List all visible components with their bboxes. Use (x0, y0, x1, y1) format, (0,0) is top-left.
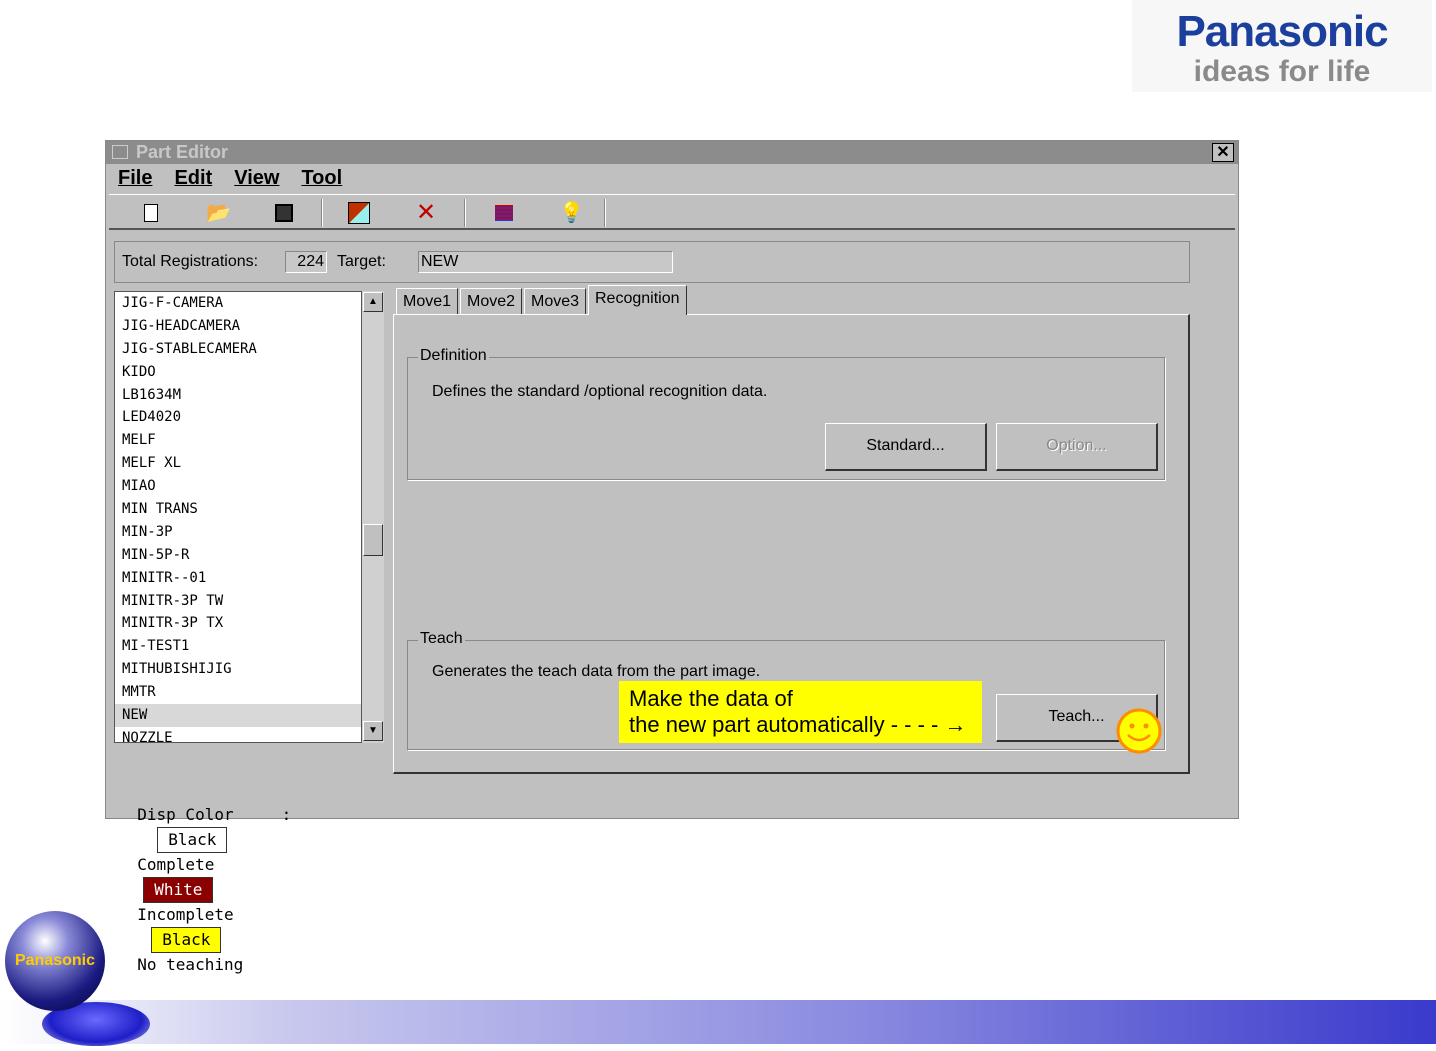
list-icon[interactable] (492, 201, 516, 225)
list-item[interactable]: MINITR-3P TW (115, 590, 361, 613)
menu-file[interactable]: File (118, 167, 152, 189)
complete-swatch: Black (157, 827, 228, 853)
sphere-label: Panasonic (14, 952, 96, 969)
list-item[interactable]: LED4020 (115, 406, 361, 429)
standard-button[interactable]: Standard... (825, 423, 987, 471)
definition-group: Definition Defines the standard /optiona… (407, 347, 1165, 480)
callout-note: Make the data of the new part automatica… (619, 681, 982, 743)
delete-icon[interactable]: ✕ (414, 201, 438, 225)
tab-move3[interactable]: Move3 (524, 288, 587, 315)
incomplete-label: Incomplete (137, 905, 234, 924)
legend-colon: : (281, 805, 292, 824)
toolbar-separator (321, 199, 323, 227)
total-registrations-value: 224 (285, 251, 327, 273)
menu-view[interactable]: View (234, 167, 279, 189)
no-teaching-swatch: Black (151, 927, 222, 953)
toolbar-separator (464, 199, 466, 227)
menu-bar: File Edit View Tool (106, 164, 1238, 193)
total-label: Total Registrations: (122, 253, 259, 270)
list-item[interactable]: MIN TRANS (115, 498, 361, 521)
open-folder-icon[interactable]: 📂 (206, 201, 231, 225)
panasonic-logo: Panasonic ideas for life (1132, 0, 1432, 92)
list-item[interactable]: MELF XL (115, 452, 361, 475)
tab-recognition[interactable]: Recognition (588, 285, 687, 315)
list-item[interactable]: MINITR-3P TX (115, 612, 361, 635)
teach-group: Teach Generates the teach data from the … (407, 630, 1165, 754)
incomplete-swatch: White (143, 877, 214, 903)
callout-line2: the new part automatically - - - - → (629, 712, 967, 737)
target-field[interactable]: NEW (418, 251, 673, 273)
list-item[interactable]: NEW (115, 704, 361, 727)
list-item[interactable]: MINITR--01 (115, 567, 361, 590)
part-editor-window: Part Editor ✕ File Edit View Tool 📂 ✕ 💡 Tot… (105, 140, 1239, 974)
teach-title: Teach (418, 630, 465, 648)
display-color-legend: Disp Color: Black Complete White Incompl… (118, 779, 291, 974)
footer-gradient-band (0, 1000, 1436, 1044)
callout-line1: Make the data of (629, 686, 793, 711)
new-file-icon[interactable] (139, 201, 163, 225)
definition-title: Definition (418, 347, 489, 365)
list-item[interactable]: JIG-HEADCAMERA (115, 315, 361, 338)
smiley-icon (1116, 708, 1162, 754)
list-item[interactable]: JIG-STABLECAMERA (115, 338, 361, 361)
save-icon[interactable] (272, 201, 296, 225)
lightbulb-icon[interactable]: 💡 (559, 201, 584, 225)
brand-tagline: ideas for life (1193, 55, 1371, 88)
copy-part-icon[interactable] (347, 201, 371, 225)
list-item[interactable]: MITHUBISHIJIG (115, 658, 361, 681)
panasonic-sphere-logo: Panasonic (5, 911, 105, 1011)
info-panel: Total Registrations: 224 Target: NEW (114, 241, 1190, 283)
list-scrollbar[interactable]: ▲ ▼ (362, 291, 384, 743)
close-button[interactable]: ✕ (1212, 143, 1234, 162)
target-label: Target: (337, 253, 386, 270)
list-item[interactable]: MIN-3P (115, 521, 361, 544)
list-item[interactable]: MI-TEST1 (115, 635, 361, 658)
recognition-panel: Definition Defines the standard /optiona… (393, 314, 1190, 774)
list-item[interactable]: MMTR (115, 681, 361, 704)
list-item[interactable]: NOZZLE (115, 727, 361, 742)
menu-tool[interactable]: Tool (301, 167, 342, 189)
scroll-thumb[interactable] (363, 524, 383, 556)
parts-list[interactable]: JIG-F-CAMERA JIG-HEADCAMERA JIG-STABLECAME… (114, 291, 362, 743)
list-item[interactable]: LB1634M (115, 384, 361, 407)
list-item[interactable]: MIN-5P-R (115, 544, 361, 567)
teach-description: Generates the teach data from the part i… (432, 663, 761, 680)
list-item[interactable]: MIAO (115, 475, 361, 498)
tab-move1[interactable]: Move1 (396, 288, 459, 315)
complete-label: Complete (137, 855, 215, 874)
option-button[interactable]: Option... (996, 423, 1158, 471)
title-bar: Part Editor ✕ (106, 141, 1238, 164)
scroll-down-button[interactable]: ▼ (363, 721, 383, 741)
list-item[interactable]: JIG-F-CAMERA (115, 292, 361, 315)
scroll-up-button[interactable]: ▲ (363, 292, 383, 312)
tab-move2[interactable]: Move2 (460, 288, 523, 315)
window-title: Part Editor (136, 142, 229, 162)
brand-name: Panasonic (1176, 7, 1388, 56)
list-item[interactable]: MELF (115, 429, 361, 452)
toolbar-separator (604, 199, 606, 227)
definition-description: Defines the standard /optional recogniti… (432, 383, 768, 400)
menu-edit[interactable]: Edit (174, 167, 212, 189)
window-icon (112, 145, 128, 159)
toolbar: 📂 ✕ 💡 (109, 194, 1235, 230)
legend-label: Disp Color (137, 805, 234, 824)
no-teaching-label: No teaching (137, 955, 244, 974)
list-item[interactable]: KIDO (115, 361, 361, 384)
